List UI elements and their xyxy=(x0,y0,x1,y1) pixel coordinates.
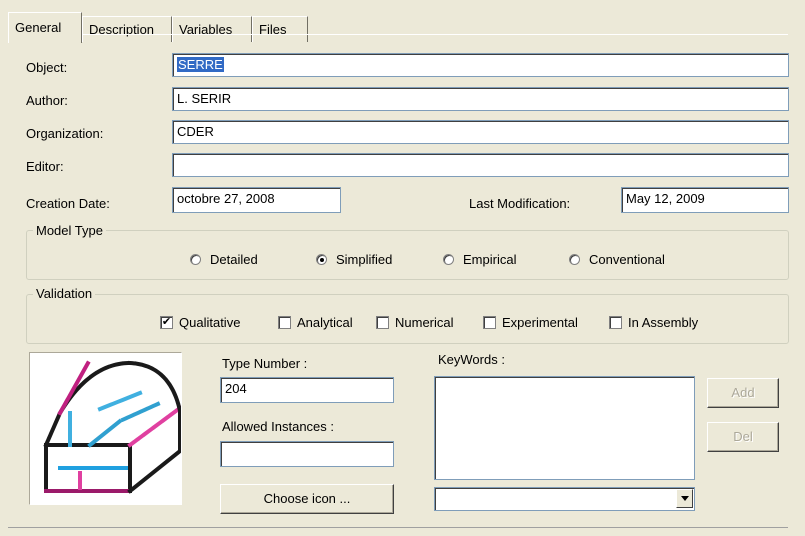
creation-date-field[interactable]: octobre 27, 2008 xyxy=(172,187,341,213)
check-experimental-label: Experimental xyxy=(502,314,578,330)
add-keyword-button[interactable]: Add xyxy=(707,378,779,408)
radio-conventional[interactable]: Conventional xyxy=(569,250,665,268)
model-type-title: Model Type xyxy=(33,223,106,238)
check-in-assembly[interactable]: In Assembly xyxy=(609,313,698,331)
author-label: Author: xyxy=(26,93,68,108)
editor-label: Editor: xyxy=(26,159,64,174)
checkbox-numerical-box xyxy=(376,315,389,329)
last-modification-field[interactable]: May 12, 2009 xyxy=(621,187,789,213)
check-experimental[interactable]: Experimental xyxy=(483,313,578,331)
radio-conventional-circle xyxy=(569,253,580,265)
check-analytical[interactable]: Analytical xyxy=(278,313,353,331)
allowed-instances-field[interactable] xyxy=(220,441,394,467)
checkbox-qualitative-box: ✔ xyxy=(160,315,173,329)
check-numerical-label: Numerical xyxy=(395,314,454,330)
object-label: Object: xyxy=(26,60,68,75)
tab-panel-border xyxy=(8,34,788,35)
radio-empirical[interactable]: Empirical xyxy=(443,250,516,268)
check-qualitative[interactable]: ✔ Qualitative xyxy=(160,313,240,331)
tab-description[interactable]: Description xyxy=(82,16,172,42)
radio-empirical-label: Empirical xyxy=(463,251,517,267)
choose-icon-button[interactable]: Choose icon ... xyxy=(220,484,394,514)
tab-variables[interactable]: Variables xyxy=(172,16,252,42)
author-field[interactable]: L. SERIR xyxy=(172,87,789,111)
object-value: SERRE xyxy=(177,57,224,72)
object-field[interactable]: SERRE xyxy=(172,53,789,77)
tab-general[interactable]: General xyxy=(8,12,82,43)
radio-simplified-circle xyxy=(316,253,327,265)
radio-detailed-circle xyxy=(190,253,201,265)
greenhouse-model-icon xyxy=(43,360,183,494)
radio-detailed[interactable]: Detailed xyxy=(190,250,258,268)
radio-conventional-label: Conventional xyxy=(589,251,665,267)
last-modification-label: Last Modification: xyxy=(469,196,571,211)
allowed-instances-label: Allowed Instances : xyxy=(222,419,335,434)
check-qualitative-label: Qualitative xyxy=(179,314,241,330)
keywords-label: KeyWords : xyxy=(438,352,505,367)
chevron-down-icon[interactable] xyxy=(676,489,693,508)
model-type-group xyxy=(26,230,789,280)
checkbox-experimental-box xyxy=(483,315,496,329)
radio-empirical-circle xyxy=(443,253,454,265)
editor-field[interactable] xyxy=(172,153,789,177)
radio-detailed-label: Detailed xyxy=(210,251,258,267)
validation-title: Validation xyxy=(33,286,96,301)
checkbox-analytical-box xyxy=(278,315,291,329)
panel-bottom-border xyxy=(8,527,788,528)
keywords-combo[interactable] xyxy=(434,487,695,511)
radio-simplified-label: Simplified xyxy=(336,251,393,267)
type-number-label: Type Number : xyxy=(222,356,308,371)
radio-simplified[interactable]: Simplified xyxy=(316,250,392,268)
type-number-field[interactable]: 204 xyxy=(220,377,394,403)
creation-date-label: Creation Date: xyxy=(26,196,110,211)
keywords-list[interactable] xyxy=(434,376,695,480)
model-icon-preview xyxy=(29,352,183,505)
organization-label: Organization: xyxy=(26,126,104,141)
check-analytical-label: Analytical xyxy=(297,314,353,330)
delete-keyword-button[interactable]: Del xyxy=(707,422,779,452)
checkbox-in-assembly-box xyxy=(609,315,622,329)
organization-field[interactable]: CDER xyxy=(172,120,789,144)
check-numerical[interactable]: Numerical xyxy=(376,313,454,331)
tab-files[interactable]: Files xyxy=(252,16,308,42)
check-in-assembly-label: In Assembly xyxy=(628,314,699,330)
